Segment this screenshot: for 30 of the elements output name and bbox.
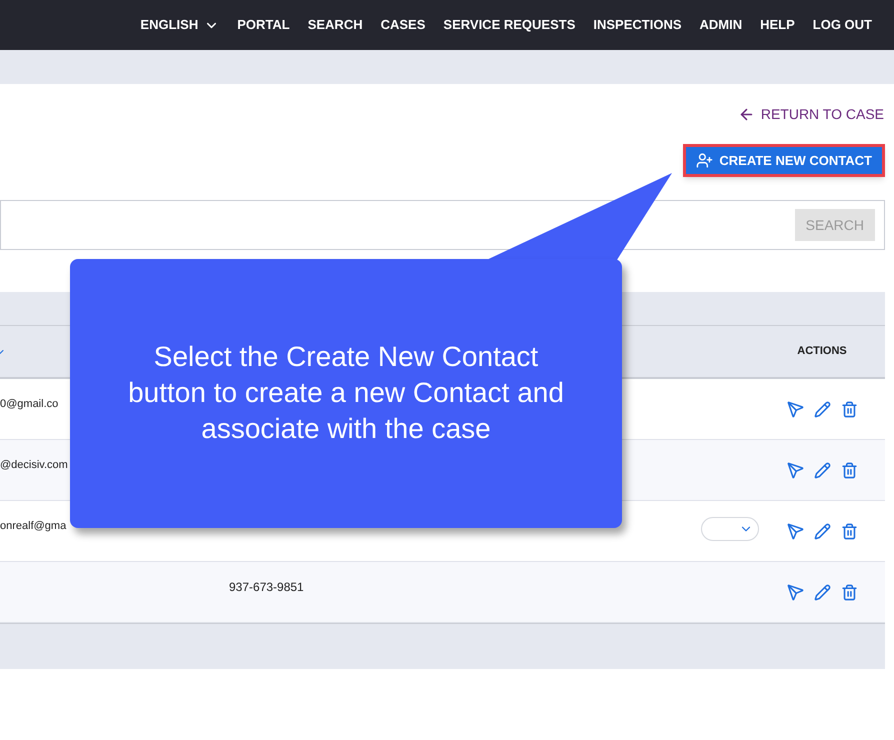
send-icon[interactable] [786,584,804,600]
create-new-contact-button[interactable]: CREATE NEW CONTACT [683,144,885,177]
trash-icon[interactable] [840,522,858,540]
email-cell: onrealf@gma [0,520,66,532]
pencil-icon[interactable] [814,584,830,600]
callout-text: Select the Create New Contact button to create a new Contact and associate with the case [127,340,565,446]
nav-link[interactable]: SERVICE REQUESTS [443,15,576,35]
nav-link[interactable]: CASES [380,15,426,35]
nav-link[interactable]: INSPECTIONS [593,15,682,35]
column-header: ACTIONS [796,344,848,360]
phone-cell: 937-673-9851 [229,580,304,594]
nav-link[interactable]: HELP [760,15,795,35]
send-icon[interactable] [786,522,804,540]
send-icon[interactable] [786,462,804,478]
send-icon[interactable] [786,400,804,418]
language-dropdown[interactable]: ENGLISH [140,15,220,35]
pencil-icon[interactable] [814,400,830,418]
user-plus-icon [696,152,714,169]
nav-link[interactable]: SEARCH [308,15,363,35]
pencil-icon[interactable] [814,462,830,478]
pencil-icon[interactable] [814,522,830,540]
trash-icon[interactable] [840,584,858,600]
trash-icon[interactable] [840,462,858,478]
trash-icon[interactable] [840,400,858,418]
email-cell: @decisiv.com [0,459,68,471]
nav-link[interactable]: PORTAL [237,15,290,35]
email-cell: 0@gmail.co [0,398,58,410]
return-to-case-link[interactable]: RETURN TO CASE [738,104,884,125]
nav-link[interactable]: LOG OUT [812,15,872,35]
nav-link[interactable]: ADMIN [700,15,742,35]
